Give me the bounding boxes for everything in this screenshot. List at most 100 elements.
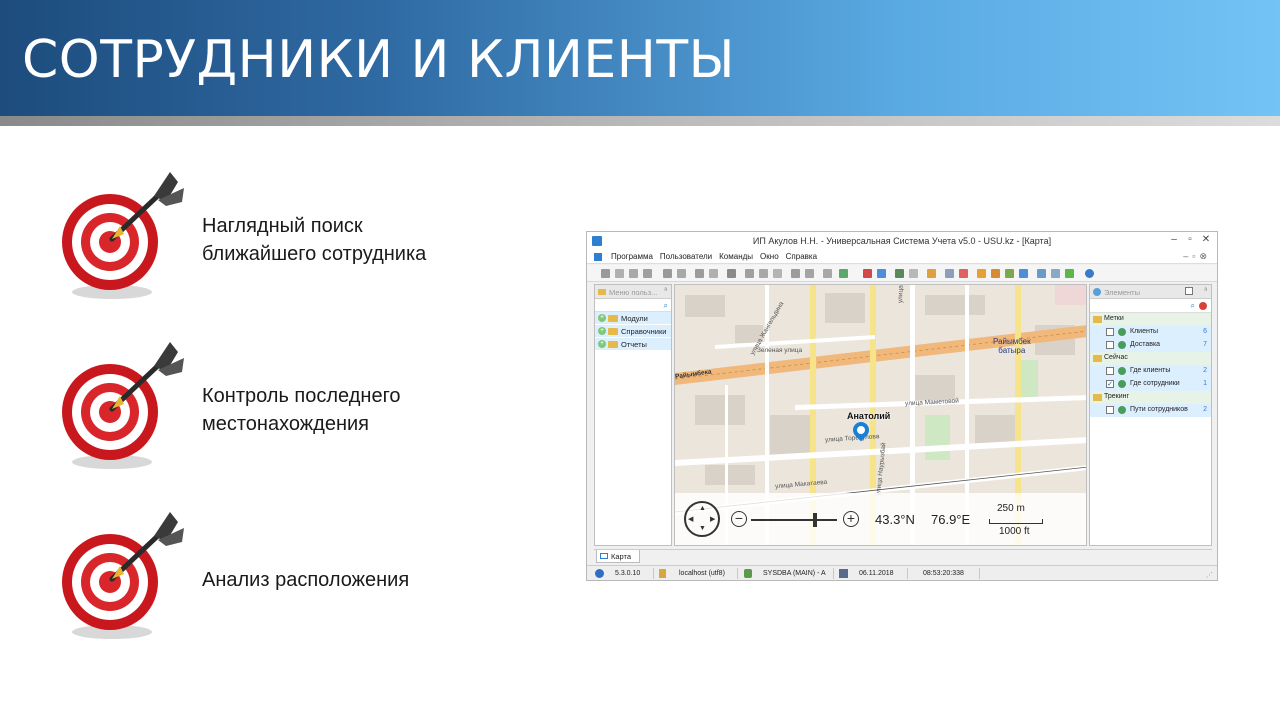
elements-search[interactable]: ⌕ — [1090, 299, 1211, 313]
toolbar-arrow-icon[interactable] — [791, 269, 800, 278]
toolbar-window-icon[interactable] — [823, 269, 832, 278]
folder-icon — [1093, 394, 1102, 401]
group-label: Метки — [1104, 315, 1124, 322]
expand-icon[interactable]: + — [598, 314, 606, 322]
tab-map[interactable]: Карта — [596, 550, 640, 563]
layer-label: Где клиенты — [1130, 367, 1171, 374]
menu-item-label: Отчеты — [621, 340, 647, 349]
layer-item-employee-paths[interactable]: Пути сотрудников 2 — [1090, 404, 1211, 417]
group-tracking[interactable]: Трекинг — [1090, 391, 1211, 404]
menu-help[interactable]: Справка — [786, 252, 817, 261]
menu-app-icon — [594, 253, 602, 261]
layer-item-delivery[interactable]: Доставка 7 — [1090, 339, 1211, 352]
layer-label: Клиенты — [1130, 328, 1159, 335]
pin-icon[interactable]: ᵃ — [1204, 287, 1207, 294]
restore-button[interactable]: ▫ — [1183, 234, 1197, 245]
toolbar-print-icon[interactable] — [601, 269, 610, 278]
zoom-out-button[interactable]: − — [731, 511, 747, 527]
bullet-3-line-1: Анализ расположения — [202, 569, 410, 591]
menu-program[interactable]: Программа — [611, 252, 653, 261]
toolbar-group-icon[interactable] — [759, 269, 768, 278]
group-now[interactable]: Сейчас — [1090, 352, 1211, 365]
map-controls: ▲ ▼ ◀ ▶ − + 43.3°N 76.9°E 250 m 1000 ft — [675, 493, 1086, 545]
menu-bar: Программа Пользователи Команды Окно Спра… — [587, 250, 1217, 264]
toolbar-play-icon[interactable] — [1065, 269, 1074, 278]
check-all-icon[interactable] — [1185, 287, 1193, 295]
menu-item-modules[interactable]: + Модули — [595, 312, 671, 325]
resize-grip-icon[interactable]: ⋰ — [1206, 571, 1213, 579]
toolbar-search-icon[interactable] — [677, 269, 686, 278]
window-title: ИП Акулов Н.Н. - Универсальная Система У… — [752, 236, 1052, 246]
bullet-2: Контроль последнего местонахождения — [54, 336, 614, 476]
group-labels[interactable]: Метки — [1090, 313, 1211, 326]
metro-label-line-1: Райымбек — [993, 337, 1031, 346]
menu-search[interactable]: ⌕ — [595, 299, 671, 312]
toolbar-layers-icon[interactable] — [1051, 269, 1060, 278]
app-window: ИП Акулов Н.Н. - Универсальная Система У… — [586, 231, 1218, 581]
expand-icon[interactable]: + — [598, 327, 606, 335]
toolbar — [587, 265, 1217, 282]
search-icon[interactable]: ⌕ — [664, 301, 668, 311]
header-divider — [0, 116, 1280, 126]
layer-item-clients[interactable]: Клиенты 6 — [1090, 326, 1211, 339]
zoom-in-button[interactable]: + — [843, 511, 859, 527]
toolbar-sort-icon[interactable] — [745, 269, 754, 278]
toolbar-export-icon[interactable] — [839, 269, 848, 278]
layer-item-where-clients[interactable]: Где клиенты 2 — [1090, 365, 1211, 378]
toolbar-flag-icon[interactable] — [727, 269, 736, 278]
folder-icon — [608, 328, 618, 335]
layer-checkbox[interactable] — [1106, 341, 1114, 349]
search-icon[interactable]: ⌕ — [1191, 301, 1195, 311]
zoom-slider-handle[interactable] — [813, 513, 817, 527]
menu-item-reports[interactable]: + Отчеты — [595, 338, 671, 351]
layer-count: 6 — [1203, 328, 1207, 335]
expand-icon[interactable]: + — [598, 340, 606, 348]
toolbar-refresh-icon[interactable] — [709, 269, 718, 278]
layer-checkbox[interactable] — [1106, 328, 1114, 336]
layer-checkbox[interactable] — [1106, 367, 1114, 375]
compass-pan-icon[interactable]: ▲ ▼ ◀ ▶ — [684, 501, 720, 537]
toolbar-grid-icon[interactable] — [805, 269, 814, 278]
layer-checkbox[interactable] — [1106, 406, 1114, 414]
toolbar-table-icon[interactable] — [1037, 269, 1046, 278]
toolbar-info-icon[interactable] — [1085, 269, 1094, 278]
menu-commands[interactable]: Команды — [719, 252, 753, 261]
map-view[interactable]: улица Жангельдина Зеленая улица Райымбек… — [674, 284, 1087, 546]
toolbar-edit-icon[interactable] — [629, 269, 638, 278]
toolbar-send-icon[interactable] — [1019, 269, 1028, 278]
toolbar-filter-icon[interactable] — [695, 269, 704, 278]
clear-icon[interactable] — [1199, 302, 1207, 310]
toolbar-save-icon[interactable] — [643, 269, 652, 278]
latitude-readout: 43.3°N — [875, 512, 915, 527]
layer-item-where-employees[interactable]: ✓ Где сотрудники 1 — [1090, 378, 1211, 391]
metro-label-line-2: батыра — [998, 346, 1026, 355]
toolbar-circle-icon[interactable] — [909, 269, 918, 278]
close-button[interactable]: ✕ — [1199, 234, 1213, 245]
target-icon — [62, 512, 184, 639]
bullet-1: Наглядный поиск ближайшего сотрудника — [54, 166, 614, 306]
toolbar-copy-icon[interactable] — [615, 269, 624, 278]
layer-checkbox-checked[interactable]: ✓ — [1106, 380, 1114, 388]
toolbar-pin-icon[interactable] — [927, 269, 936, 278]
toolbar-zoom-icon[interactable] — [663, 269, 672, 278]
toolbar-users-icon[interactable] — [1005, 269, 1014, 278]
toolbar-list-icon[interactable] — [773, 269, 782, 278]
elements-title: Элементы — [1104, 288, 1140, 297]
toolbar-mail-icon[interactable] — [863, 269, 872, 278]
zoom-slider-track[interactable] — [751, 519, 837, 521]
elements-panel: Элементы ᵃ ⌕ Метки Клиенты 6 Доставка 7 … — [1089, 284, 1212, 546]
menu-item-references[interactable]: + Справочники — [595, 325, 671, 338]
minimize-button[interactable]: – — [1167, 234, 1181, 245]
toolbar-home-icon[interactable] — [991, 269, 1000, 278]
layer-label: Пути сотрудников — [1130, 406, 1188, 413]
toolbar-star-icon[interactable] — [977, 269, 986, 278]
menu-window[interactable]: Окно — [760, 252, 779, 261]
toolbar-color-icon[interactable] — [959, 269, 968, 278]
toolbar-settings-icon[interactable] — [945, 269, 954, 278]
menu-users[interactable]: Пользователи — [660, 252, 712, 261]
toolbar-window-blue-icon[interactable] — [877, 269, 886, 278]
mdi-controls-icon[interactable]: –▫⊗ — [1183, 251, 1211, 262]
folder-icon — [1093, 316, 1102, 323]
pin-icon[interactable]: ᵃ — [664, 287, 667, 294]
toolbar-book-icon[interactable] — [895, 269, 904, 278]
